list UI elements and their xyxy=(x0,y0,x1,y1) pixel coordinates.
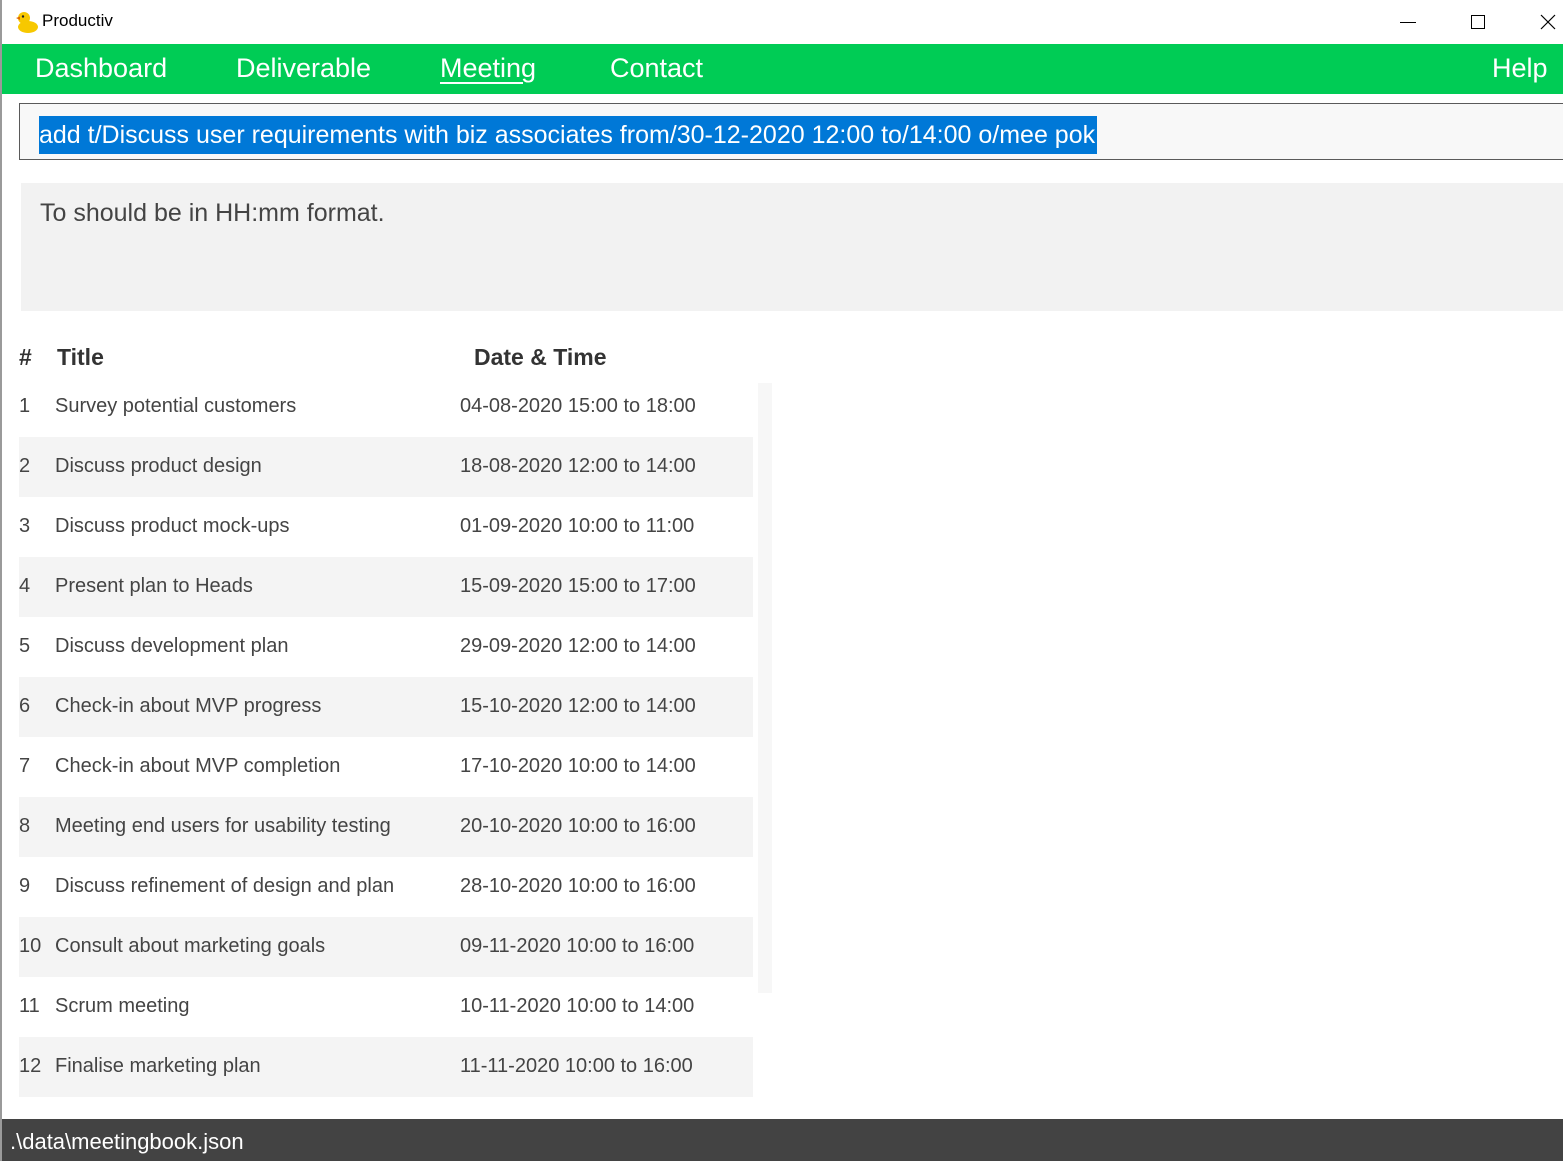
result-message: To should be in HH:mm format. xyxy=(40,199,385,227)
row-title: Check-in about MVP completion xyxy=(55,755,341,777)
column-header-number: # xyxy=(19,344,32,370)
table-row[interactable]: 5 Discuss development plan 29-09-2020 12… xyxy=(19,617,753,677)
table-row[interactable]: 10 Consult about marketing goals 09-11-2… xyxy=(19,917,753,977)
row-date: 20-10-2020 10:00 to 16:00 xyxy=(460,815,696,837)
window-border xyxy=(0,0,2,1161)
row-date: 10-11-2020 10:00 to 14:00 xyxy=(460,995,695,1017)
row-title: Meeting end users for usability testing xyxy=(55,815,391,837)
row-number: 8 xyxy=(19,815,31,837)
table-row[interactable]: 11 Scrum meeting 10-11-2020 10:00 to 14:… xyxy=(19,977,753,1037)
row-title: Discuss product mock-ups xyxy=(55,515,290,537)
row-date: 15-09-2020 15:00 to 17:00 xyxy=(460,575,696,597)
menu-bar: Dashboard Deliverable Meeting Contact He… xyxy=(2,44,1563,94)
row-number: 12 xyxy=(19,1055,42,1077)
row-number: 1 xyxy=(19,395,31,417)
row-date: 15-10-2020 12:00 to 14:00 xyxy=(460,695,696,717)
status-bar: .\data\meetingbook.json xyxy=(2,1119,1563,1161)
menu-meeting[interactable]: Meeting xyxy=(440,53,536,84)
close-icon xyxy=(1540,14,1556,30)
row-date: 04-08-2020 15:00 to 18:00 xyxy=(460,395,696,417)
row-number: 6 xyxy=(19,695,31,717)
table-row[interactable]: 1 Survey potential customers 04-08-2020 … xyxy=(19,377,753,437)
row-number: 10 xyxy=(19,935,42,957)
table-row[interactable]: 6 Check-in about MVP progress 15-10-2020… xyxy=(19,677,753,737)
row-number: 2 xyxy=(19,455,31,477)
table-row[interactable]: 3 Discuss product mock-ups 01-09-2020 10… xyxy=(19,497,753,557)
row-number: 4 xyxy=(19,575,31,597)
row-date: 11-11-2020 10:00 to 16:00 xyxy=(460,1055,693,1077)
row-title: Survey potential customers xyxy=(55,395,297,417)
row-title: Scrum meeting xyxy=(55,995,190,1017)
window-title: Productiv xyxy=(42,11,113,30)
result-display: To should be in HH:mm format. xyxy=(21,183,1563,311)
row-date: 09-11-2020 10:00 to 16:00 xyxy=(460,935,695,957)
command-input[interactable]: add t/Discuss user requirements with biz… xyxy=(19,103,1563,160)
minimize-button[interactable] xyxy=(1373,0,1443,44)
row-number: 9 xyxy=(19,875,31,897)
row-title: Discuss development plan xyxy=(55,635,289,657)
data-file-path: .\data\meetingbook.json xyxy=(10,1129,244,1154)
row-title: Consult about marketing goals xyxy=(55,935,326,957)
row-date: 29-09-2020 12:00 to 14:00 xyxy=(460,635,696,657)
row-number: 11 xyxy=(19,995,40,1017)
close-button[interactable] xyxy=(1513,0,1563,44)
column-header-date: Date & Time xyxy=(474,344,607,370)
menu-help[interactable]: Help xyxy=(1492,53,1548,84)
minimize-icon xyxy=(1400,22,1416,23)
row-date: 01-09-2020 10:00 to 11:00 xyxy=(460,515,695,537)
table-row[interactable]: 12 Finalise marketing plan 11-11-2020 10… xyxy=(19,1037,753,1097)
table-row[interactable]: 8 Meeting end users for usability testin… xyxy=(19,797,753,857)
table-row[interactable]: 9 Discuss refinement of design and plan … xyxy=(19,857,753,917)
row-date: 18-08-2020 12:00 to 14:00 xyxy=(460,455,696,477)
table-row[interactable]: 7 Check-in about MVP completion 17-10-20… xyxy=(19,737,753,797)
row-number: 5 xyxy=(19,635,31,657)
row-date: 28-10-2020 10:00 to 16:00 xyxy=(460,875,696,897)
column-header-title: Title xyxy=(57,344,104,370)
row-title: Check-in about MVP progress xyxy=(55,695,322,717)
row-title: Discuss refinement of design and plan xyxy=(55,875,395,897)
menu-deliverable[interactable]: Deliverable xyxy=(236,53,371,84)
row-title: Present plan to Heads xyxy=(55,575,253,597)
table-row[interactable]: 2 Discuss product design 18-08-2020 12:0… xyxy=(19,437,753,497)
command-input-text: add t/Discuss user requirements with biz… xyxy=(39,116,1098,154)
row-number: 7 xyxy=(19,755,31,777)
row-title: Discuss product design xyxy=(55,455,262,477)
menu-contact[interactable]: Contact xyxy=(610,53,703,84)
meeting-list: 1 Survey potential customers 04-08-2020 … xyxy=(19,377,753,1097)
row-title: Finalise marketing plan xyxy=(55,1055,261,1077)
maximize-icon xyxy=(1471,15,1485,29)
table-scrollbar[interactable] xyxy=(758,383,772,993)
maximize-button[interactable] xyxy=(1443,0,1513,44)
table-row[interactable]: 4 Present plan to Heads 15-09-2020 15:00… xyxy=(19,557,753,617)
row-number: 3 xyxy=(19,515,31,537)
menu-dashboard[interactable]: Dashboard xyxy=(35,53,167,84)
row-date: 17-10-2020 10:00 to 14:00 xyxy=(460,755,696,777)
rubber-duck-icon xyxy=(14,9,40,35)
title-bar: Productiv xyxy=(2,0,1563,44)
